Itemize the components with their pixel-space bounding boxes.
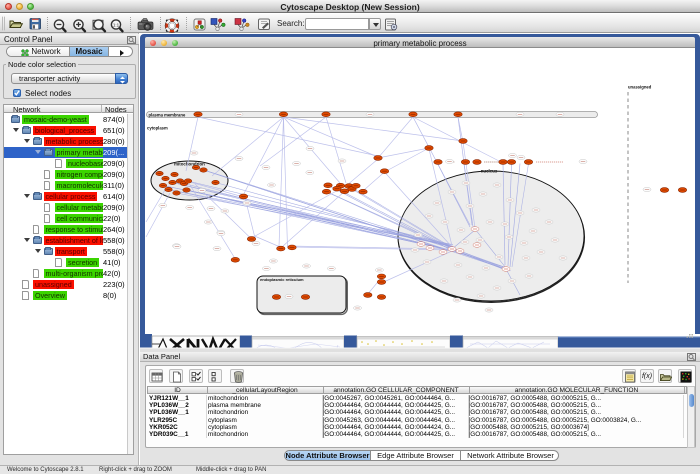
svg-text:unassigned: unassigned bbox=[628, 85, 652, 90]
svg-text:cytoplasm: cytoplasm bbox=[147, 126, 168, 131]
svg-text:endoplasmic reticulum: endoplasmic reticulum bbox=[260, 277, 304, 282]
svg-text:nucleus: nucleus bbox=[481, 169, 498, 174]
svg-text:1:1: 1:1 bbox=[113, 22, 120, 27]
svg-text:mitochondrion: mitochondrion bbox=[174, 162, 205, 167]
svg-text:plasma membrane: plasma membrane bbox=[149, 112, 186, 117]
